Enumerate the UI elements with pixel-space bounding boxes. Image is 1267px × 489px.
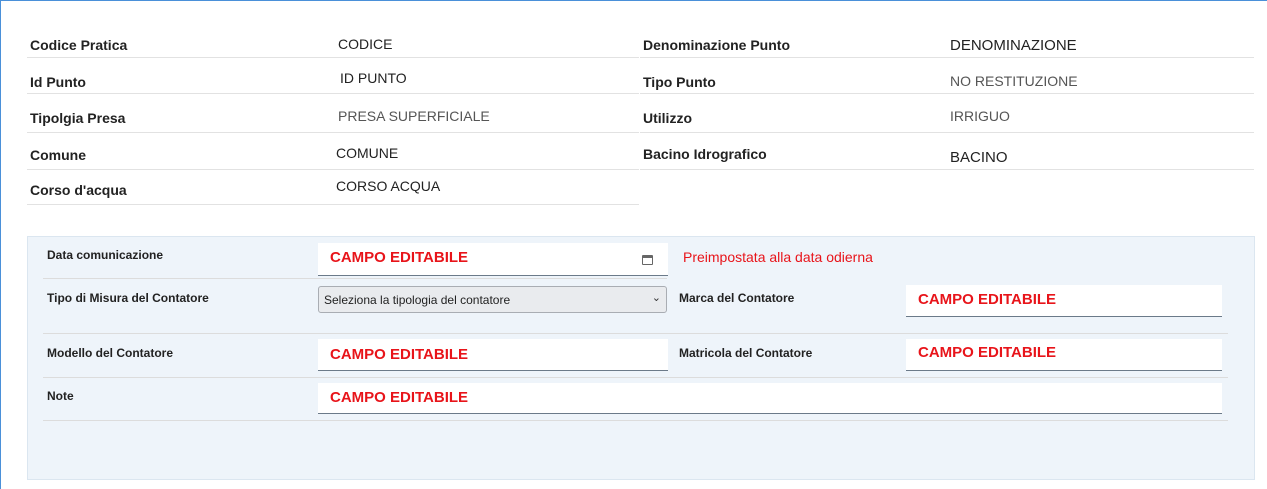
tipo-misura-selected: Seleziona la tipologia del contatore bbox=[324, 293, 511, 307]
bacino-idrografico-label: Bacino Idrografico bbox=[643, 146, 767, 162]
info-row-divider bbox=[27, 69, 639, 94]
info-row-divider bbox=[640, 69, 1254, 94]
matricola-contatore-input[interactable]: CAMPO EDITABILE bbox=[906, 339, 1222, 371]
note-label: Note bbox=[47, 389, 74, 403]
matricola-contatore-value: CAMPO EDITABILE bbox=[918, 344, 1057, 361]
info-row-divider bbox=[640, 108, 1254, 133]
form-row-divider bbox=[43, 278, 667, 279]
tipo-misura-label: Tipo di Misura del Contatore bbox=[47, 291, 209, 305]
data-comunicazione-hint: Preimpostata alla data odierna bbox=[683, 249, 873, 265]
id-punto-label: Id Punto bbox=[30, 74, 86, 90]
marca-contatore-input[interactable]: CAMPO EDITABILE bbox=[906, 285, 1222, 317]
codice-pratica-value: CODICE bbox=[338, 36, 393, 52]
comune-value: COMUNE bbox=[336, 145, 399, 161]
tipo-punto-value: NO RESTITUZIONE bbox=[950, 73, 1078, 89]
data-comunicazione-input[interactable]: CAMPO EDITABILE bbox=[318, 243, 668, 276]
form-row-divider bbox=[43, 377, 1228, 378]
form-row-divider bbox=[43, 333, 1228, 334]
denominazione-punto-value: DENOMINAZIONE bbox=[950, 37, 1077, 54]
codice-pratica-label: Codice Pratica bbox=[30, 37, 128, 53]
tipo-punto-label: Tipo Punto bbox=[643, 74, 716, 90]
modello-contatore-value: CAMPO EDITABILE bbox=[330, 346, 469, 363]
utilizzo-value: IRRIGUO bbox=[950, 108, 1010, 124]
note-input[interactable]: CAMPO EDITABILE bbox=[318, 383, 1222, 414]
denominazione-punto-label: Denominazione Punto bbox=[643, 37, 790, 53]
note-value: CAMPO EDITABILE bbox=[330, 389, 469, 406]
tipo-misura-select[interactable]: Seleziona la tipologia del contatore ⌄ bbox=[318, 286, 667, 313]
info-row-divider bbox=[27, 145, 639, 170]
id-punto-value: ID PUNTO bbox=[340, 70, 407, 86]
bacino-idrografico-value: BACINO bbox=[950, 149, 1008, 166]
data-comunicazione-value: CAMPO EDITABILE bbox=[330, 249, 469, 266]
marca-contatore-value: CAMPO EDITABILE bbox=[918, 291, 1057, 308]
frame-border-left bbox=[0, 0, 1, 489]
utilizzo-label: Utilizzo bbox=[643, 110, 692, 126]
data-comunicazione-label: Data comunicazione bbox=[47, 248, 164, 262]
comune-label: Comune bbox=[30, 147, 86, 163]
calendar-icon[interactable] bbox=[642, 255, 653, 265]
frame-border-top bbox=[0, 0, 1267, 1]
marca-contatore-label: Marca del Contatore bbox=[679, 291, 795, 305]
form-row-divider bbox=[43, 420, 1228, 421]
modello-contatore-input[interactable]: CAMPO EDITABILE bbox=[318, 339, 668, 371]
corso-acqua-value: CORSO ACQUA bbox=[336, 178, 441, 194]
corso-acqua-label: Corso d'acqua bbox=[30, 182, 127, 198]
tipolgia-presa-value: PRESA SUPERFICIALE bbox=[338, 108, 490, 124]
modello-contatore-label: Modello del Contatore bbox=[47, 346, 173, 360]
tipolgia-presa-label: Tipolgia Presa bbox=[30, 110, 126, 126]
chevron-down-icon: ⌄ bbox=[651, 292, 661, 304]
matricola-contatore-label: Matricola del Contatore bbox=[679, 346, 813, 360]
